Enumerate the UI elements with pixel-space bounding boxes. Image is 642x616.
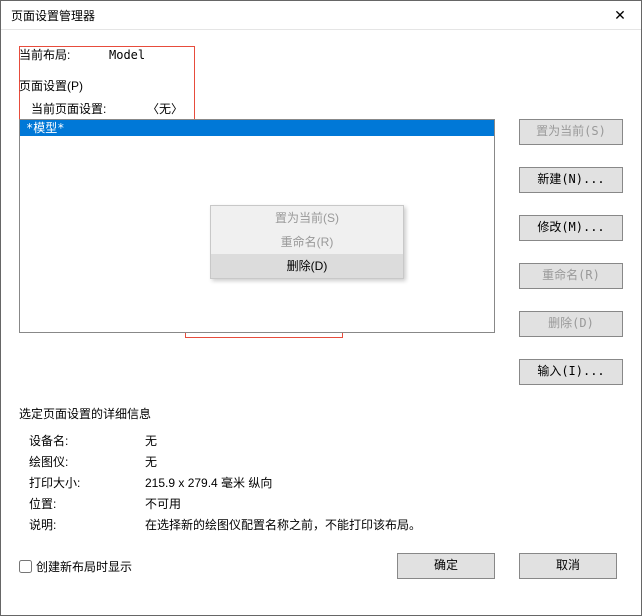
- current-page-setup-row: 当前页面设置: 〈无〉: [19, 100, 623, 117]
- context-menu-delete[interactable]: 删除(D): [211, 254, 403, 278]
- detail-row-size: 打印大小: 215.9 x 279.4 毫米 纵向: [29, 472, 421, 493]
- set-current-button[interactable]: 置为当前(S): [519, 119, 623, 145]
- import-button[interactable]: 输入(I)...: [519, 359, 623, 385]
- current-layout-value: Model: [109, 48, 145, 62]
- detail-desc-label: 说明:: [29, 514, 145, 535]
- cancel-button[interactable]: 取消: [519, 553, 617, 579]
- page-setup-group: 页面设置(P) 当前页面设置: 〈无〉 *模型* 置为当前(S) 重命名(R) …: [19, 77, 623, 385]
- detail-size-label: 打印大小:: [29, 472, 145, 493]
- page-setup-listbox[interactable]: *模型* 置为当前(S) 重命名(R) 删除(D): [19, 119, 495, 333]
- dialog-footer: 创建新布局时显示 确定 取消: [19, 553, 623, 579]
- details-table: 设备名: 无 绘图仪: 无 打印大小: 215.9 x 279.4 毫米 纵向 …: [29, 430, 421, 535]
- dialog-window: 页面设置管理器 ✕ 当前布局: Model 页面设置(P) 当前页面设置: 〈无…: [0, 0, 642, 616]
- window-title: 页面设置管理器: [11, 7, 605, 24]
- modify-button[interactable]: 修改(M)...: [519, 215, 623, 241]
- detail-row-desc: 说明: 在选择新的绘图仪配置名称之前，不能打印该布局。: [29, 514, 421, 535]
- footer-actions: 确定 取消: [397, 553, 617, 579]
- detail-desc-value: 在选择新的绘图仪配置名称之前，不能打印该布局。: [145, 514, 421, 535]
- show-on-new-layout-input[interactable]: [19, 560, 32, 573]
- side-buttons: 置为当前(S) 新建(N)... 修改(M)... 重命名(R) 删除(D) 输…: [495, 119, 623, 385]
- detail-row-location: 位置: 不可用: [29, 493, 421, 514]
- detail-location-value: 不可用: [145, 493, 421, 514]
- ok-button[interactable]: 确定: [397, 553, 495, 579]
- delete-button[interactable]: 删除(D): [519, 311, 623, 337]
- detail-size-value: 215.9 x 279.4 毫米 纵向: [145, 472, 421, 493]
- context-menu-rename[interactable]: 重命名(R): [211, 230, 403, 254]
- close-icon[interactable]: ✕: [605, 5, 635, 25]
- detail-device-value: 无: [145, 430, 421, 451]
- detail-row-device: 设备名: 无: [29, 430, 421, 451]
- details-title: 选定页面设置的详细信息: [19, 405, 623, 422]
- detail-location-label: 位置:: [29, 493, 145, 514]
- current-layout-label: 当前布局:: [19, 46, 109, 63]
- details-block: 选定页面设置的详细信息 设备名: 无 绘图仪: 无 打印大小: 215.9 x …: [19, 405, 623, 535]
- detail-plotter-label: 绘图仪:: [29, 451, 145, 472]
- new-button[interactable]: 新建(N)...: [519, 167, 623, 193]
- list-and-buttons: *模型* 置为当前(S) 重命名(R) 删除(D) 置为当前(S) 新建(N).…: [19, 119, 623, 385]
- context-menu-set-current[interactable]: 置为当前(S): [211, 206, 403, 230]
- page-setup-legend: 页面设置(P): [19, 77, 83, 94]
- show-on-new-layout-checkbox[interactable]: 创建新布局时显示: [19, 558, 397, 575]
- rename-button[interactable]: 重命名(R): [519, 263, 623, 289]
- titlebar: 页面设置管理器 ✕: [1, 1, 641, 30]
- detail-device-label: 设备名:: [29, 430, 145, 451]
- detail-row-plotter: 绘图仪: 无: [29, 451, 421, 472]
- current-page-setup-value: 〈无〉: [147, 100, 183, 117]
- dialog-body: 当前布局: Model 页面设置(P) 当前页面设置: 〈无〉 *模型* 置为当…: [1, 30, 641, 615]
- list-item[interactable]: *模型*: [20, 120, 494, 136]
- context-menu: 置为当前(S) 重命名(R) 删除(D): [210, 205, 404, 279]
- detail-plotter-value: 无: [145, 451, 421, 472]
- current-layout-row: 当前布局: Model: [19, 46, 623, 63]
- show-on-new-layout-label: 创建新布局时显示: [36, 558, 132, 575]
- current-page-setup-label: 当前页面设置:: [31, 100, 147, 117]
